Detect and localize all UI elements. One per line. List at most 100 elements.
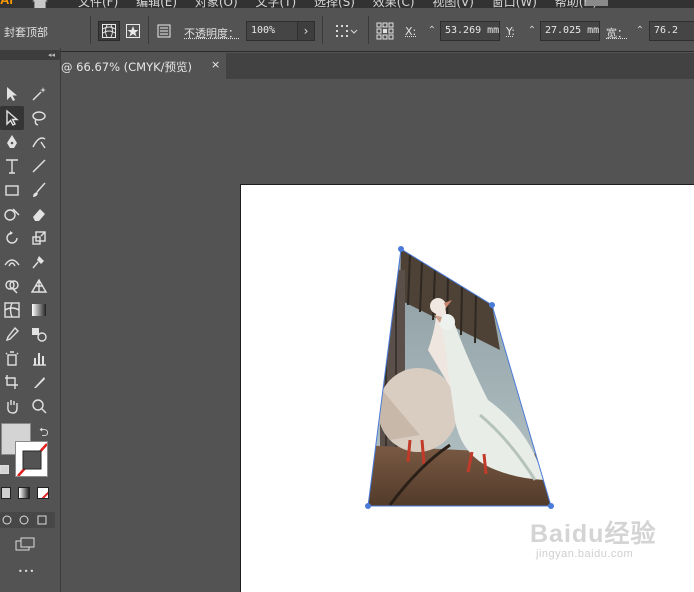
stroke-swatch[interactable] (15, 441, 48, 477)
rectangle-tool-icon (5, 185, 19, 196)
selection-tool-button[interactable] (0, 82, 24, 106)
swap-colors-icon[interactable]: ⮌ (39, 423, 49, 444)
screen-mode-icon (15, 537, 35, 551)
y-stepper-icon[interactable]: ⌃ (526, 22, 538, 40)
y-field[interactable]: 27.025 mm (540, 21, 600, 41)
rotate-tool-icon (6, 231, 18, 244)
width-field[interactable]: 76.2 (649, 21, 694, 41)
x-stepper-icon[interactable]: ⌃ (426, 22, 438, 40)
edit-contents-button[interactable] (122, 21, 144, 41)
zoom-tool-icon (32, 399, 47, 414)
pen-tool-button[interactable] (0, 130, 24, 154)
curvature-tool-button[interactable] (27, 130, 51, 154)
anchor-point-top-left[interactable] (398, 246, 404, 252)
gradient-tool-button[interactable] (27, 298, 51, 322)
gradient-mode-icon[interactable] (18, 487, 30, 499)
type-tool-button[interactable] (0, 154, 24, 178)
edit-toolbar-icon[interactable]: ••• (18, 567, 35, 576)
menu-items[interactable]: 文件(F) 编辑(E) 对象(O) 文字(T) 选择(S) 效果(C) 视图(V… (78, 0, 597, 8)
paintbrush-tool-icon (33, 182, 46, 197)
hand-tool-button[interactable] (0, 394, 24, 418)
line-tool-button[interactable] (27, 154, 51, 178)
opacity-label[interactable]: 不透明度： (184, 25, 239, 41)
eraser-tool-icon (33, 209, 45, 221)
width-tool-icon (4, 259, 20, 267)
control-bar: 封套顶部 不透明度： 100% › X: ⌃ 53.269 mm Y: ⌃ 27… (0, 8, 694, 52)
column-graph-tool-button[interactable] (27, 346, 51, 370)
divider (148, 16, 149, 44)
lasso-tool-icon (32, 111, 46, 126)
puppet-warp-tool-icon (32, 256, 44, 269)
width-tool-button[interactable] (0, 250, 24, 274)
menu-divider (572, 0, 573, 8)
anchor-point-bottom-left[interactable] (365, 503, 371, 509)
shaper-tool-button[interactable] (0, 202, 24, 226)
perspective-grid-tool-icon (30, 278, 48, 293)
y-label[interactable]: Y: (506, 25, 515, 38)
shape-builder-tool-button[interactable] (0, 274, 24, 298)
divider (90, 16, 91, 44)
direct-selection-tool-icon (6, 109, 19, 126)
app-logo: Ai (0, 0, 13, 7)
puppet-warp-tool-button[interactable] (27, 250, 51, 274)
mesh-tool-icon (4, 302, 20, 318)
eyedropper-tool-button[interactable] (0, 322, 24, 346)
draw-modes-icon[interactable] (0, 512, 55, 528)
curvature-tool-icon (32, 137, 46, 149)
workspace-switcher-icon[interactable] (586, 0, 608, 6)
divider (368, 16, 369, 44)
width-label[interactable]: 宽： (606, 25, 628, 41)
scale-tool-icon (32, 231, 46, 245)
menu-bar: Ai 文件(F) 编辑(E) 对象(O) 文字(T) 选择(S) 效果(C) 视… (0, 0, 694, 8)
envelope-options-button[interactable] (153, 21, 175, 41)
none-mode-icon[interactable] (37, 487, 49, 499)
color-mode-icon[interactable] (1, 487, 11, 499)
chevron-right-icon: › (303, 24, 309, 38)
anchor-point-top-right[interactable] (489, 302, 495, 308)
artboard-tool-button[interactable] (0, 370, 24, 394)
reference-point-button[interactable] (374, 21, 396, 41)
options-icon (157, 24, 171, 38)
zoom-tool-button[interactable] (27, 394, 51, 418)
default-colors-icon[interactable] (0, 465, 9, 474)
reference-point-icon (376, 22, 394, 40)
symbol-sprayer-tool-icon (5, 351, 19, 366)
rotate-tool-button[interactable] (0, 226, 24, 250)
envelope-contents-icon (126, 24, 140, 38)
anchor-point-bottom-right[interactable] (548, 503, 554, 509)
x-label[interactable]: X: (405, 25, 416, 38)
align-grid-icon (336, 25, 358, 37)
lasso-tool-button[interactable] (27, 106, 51, 130)
pen-tool-icon (7, 135, 17, 148)
document-tab-title: @ 66.67% (CMYK/预览) (61, 60, 193, 74)
mesh-tool-button[interactable] (0, 298, 24, 322)
envelope-distorted-image[interactable] (360, 240, 560, 515)
gradient-tool-icon (32, 304, 46, 316)
envelope-warp-icon (102, 24, 116, 38)
home-icon[interactable] (32, 0, 48, 8)
blend-tool-button[interactable] (27, 322, 51, 346)
symbol-sprayer-tool-button[interactable] (0, 346, 24, 370)
magic-wand-tool-button[interactable] (27, 82, 51, 106)
scale-tool-button[interactable] (27, 226, 51, 250)
opacity-field[interactable]: 100% (246, 21, 298, 41)
document-tab[interactable]: @ 66.67% (CMYK/预览) × (61, 53, 226, 79)
width-stepper-icon[interactable]: ⌃ (634, 22, 646, 40)
paintbrush-tool-button[interactable] (27, 178, 51, 202)
type-tool-icon (6, 159, 18, 174)
rectangle-tool-button[interactable] (0, 178, 24, 202)
perspective-grid-tool-button[interactable] (27, 274, 51, 298)
screen-mode-button[interactable] (14, 536, 38, 552)
selection-tool-icon (7, 87, 17, 101)
edit-envelope-button[interactable] (98, 21, 120, 41)
line-tool-icon (32, 159, 46, 173)
x-field[interactable]: 53.269 mm (440, 21, 500, 41)
opacity-dropdown-button[interactable]: › (297, 21, 315, 41)
direct-selection-tool-button[interactable] (0, 106, 24, 130)
align-dropdown-button[interactable] (333, 21, 361, 41)
close-tab-icon[interactable]: × (211, 58, 220, 71)
panel-collapse-grip[interactable]: ◂◂ (0, 50, 61, 60)
eraser-tool-button[interactable] (27, 202, 51, 226)
shape-builder-tool-icon (5, 280, 19, 294)
knife-tool-button[interactable] (27, 370, 51, 394)
